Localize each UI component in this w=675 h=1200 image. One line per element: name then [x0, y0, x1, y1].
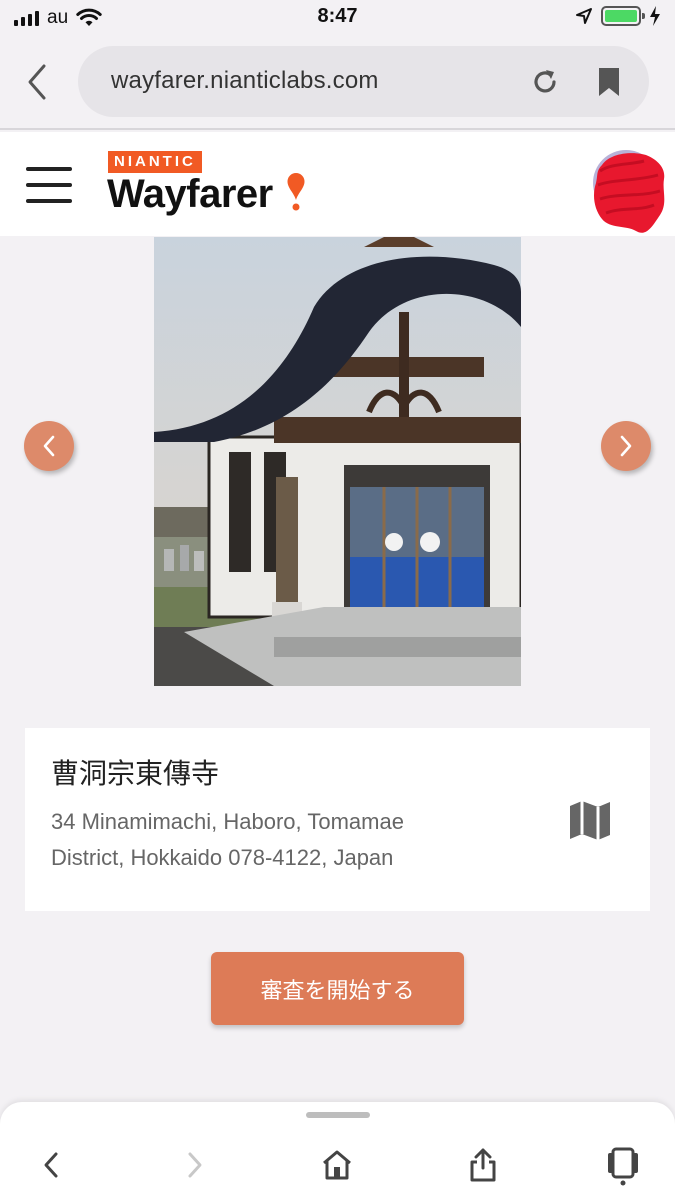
- candidate-info-card: 曹洞宗東傳寺 34 Minamimachi, Haboro, Tomamae D…: [25, 728, 650, 911]
- status-right: [575, 6, 661, 26]
- map-icon[interactable]: [568, 798, 612, 842]
- charging-bolt-icon: [650, 6, 660, 26]
- status-bar: au 8:47: [0, 0, 675, 36]
- reload-icon[interactable]: [530, 67, 560, 97]
- status-time: 8:47: [317, 5, 358, 27]
- hamburger-menu-icon[interactable]: [26, 167, 72, 203]
- previous-photo-button[interactable]: [24, 421, 74, 471]
- chevron-left-icon: [43, 435, 55, 457]
- niantic-logo-badge: NIANTIC: [108, 151, 202, 173]
- battery-fill: [605, 10, 637, 22]
- candidate-photo: [154, 237, 521, 686]
- chevron-right-icon: [620, 435, 632, 457]
- location-pin-icon: [287, 173, 305, 211]
- start-review-button[interactable]: 審査を開始する: [211, 952, 464, 1025]
- browser-address-bar: wayfarer.nianticlabs.com: [0, 36, 675, 130]
- url-field[interactable]: wayfarer.nianticlabs.com: [78, 46, 649, 117]
- candidate-address: 34 Minamimachi, Haboro, Tomamae District…: [51, 809, 404, 870]
- home-icon[interactable]: [321, 1148, 353, 1182]
- forward-icon[interactable]: [184, 1148, 206, 1182]
- back-icon[interactable]: [40, 1148, 62, 1182]
- location-arrow-icon: [576, 8, 592, 24]
- candidate-title: 曹洞宗東傳寺: [51, 758, 220, 789]
- browser-back-chevron-icon[interactable]: [22, 62, 52, 102]
- user-avatar[interactable]: [588, 145, 670, 237]
- app-header: NIANTIC Wayfarer: [0, 132, 675, 236]
- page: au 8:47 wayfarer.nianticlabs.com NIANTIC…: [0, 0, 675, 1200]
- wayfarer-logo-text: Wayfarer: [107, 172, 273, 216]
- browser-bottom-toolbar: [0, 1102, 675, 1200]
- battery-icon: [601, 6, 645, 26]
- next-photo-button[interactable]: [601, 421, 651, 471]
- tabs-icon[interactable]: [605, 1146, 641, 1186]
- url-text: wayfarer.nianticlabs.com: [111, 67, 379, 94]
- share-icon[interactable]: [467, 1148, 499, 1182]
- sheet-grabber-handle[interactable]: [306, 1112, 370, 1118]
- bookmark-icon[interactable]: [597, 67, 621, 97]
